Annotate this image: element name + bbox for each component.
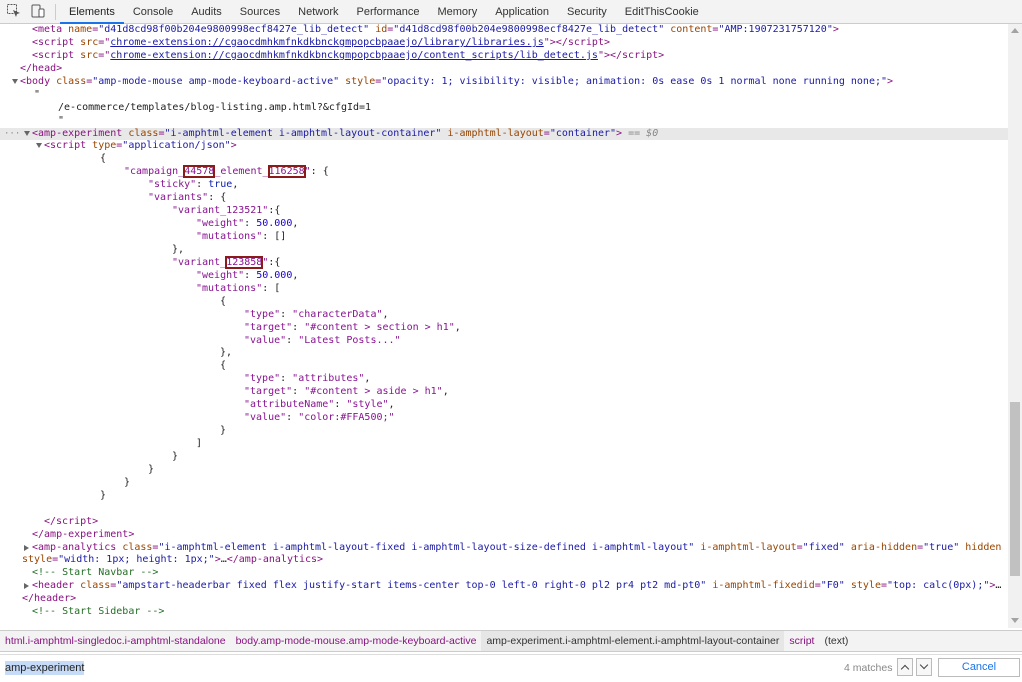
dom-line[interactable]: { (0, 153, 1008, 166)
tab-elements[interactable]: Elements (60, 0, 124, 24)
dom-line[interactable]: <!-- Start Navbar --> (0, 567, 1008, 580)
dom-line[interactable]: "value": "color:#FFA500;" (0, 412, 1008, 425)
breadcrumb: html.i-amphtml-singledoc.i-amphtml-stand… (0, 630, 1022, 652)
dom-line[interactable]: "target": "#content > aside > h1", (0, 386, 1008, 399)
scrollbar-thumb[interactable] (1010, 402, 1020, 576)
match-count: 4 matches (844, 662, 893, 674)
breadcrumb-body[interactable]: body.amp-mode-mouse.amp-mode-keyboard-ac… (231, 631, 482, 651)
tab-editthiscookie[interactable]: EditThisCookie (616, 0, 708, 24)
dom-line[interactable]: <script type="application/json"> (0, 140, 1008, 153)
dom-line[interactable]: <header class="ampstart-headerbar fixed … (0, 580, 1008, 593)
dom-line[interactable]: "weight": 50.000, (0, 218, 1008, 231)
dom-line[interactable]: "mutations": [] (0, 231, 1008, 244)
dom-line[interactable]: "variant_123521":{ (0, 205, 1008, 218)
dom-line[interactable] (0, 503, 1008, 516)
tab-console[interactable]: Console (124, 0, 182, 24)
highlight-campaign-id: 44578 (183, 165, 216, 179)
tab-sources[interactable]: Sources (231, 0, 289, 24)
search-input[interactable]: amp-experiment (5, 661, 85, 675)
dom-line[interactable]: /e-commerce/templates/blog-listing.amp.h… (0, 102, 1008, 115)
chevron-up-icon (900, 664, 910, 674)
dom-line[interactable]: "type": "characterData", (0, 309, 1008, 322)
devtools-toolbar: Elements Console Audits Sources Network … (0, 0, 1022, 24)
previous-match-button[interactable] (897, 658, 913, 676)
collapse-arrow-icon[interactable] (24, 130, 30, 136)
dom-line[interactable]: </amp-experiment> (0, 529, 1008, 542)
chevron-down-icon (919, 660, 929, 670)
next-match-button[interactable] (916, 658, 932, 676)
dom-line[interactable]: " (0, 115, 1008, 128)
dom-line[interactable]: </head> (0, 63, 1008, 76)
breadcrumb-text[interactable]: (text) (819, 631, 853, 651)
search-bar: amp-experiment 4 matches Cancel (0, 654, 1022, 682)
dom-line[interactable]: ] (0, 438, 1008, 451)
dom-line[interactable]: " (0, 89, 1008, 102)
dom-line[interactable]: "value": "Latest Posts..." (0, 335, 1008, 348)
breadcrumb-amp-experiment[interactable]: amp-experiment.i-amphtml-element.i-ampht… (481, 631, 785, 651)
dom-line[interactable]: "variant_123858":{ (0, 255, 1008, 270)
dom-line[interactable]: "target": "#content > section > h1", (0, 322, 1008, 335)
dom-tree: <meta name="d41d8cd98f00b204e9800998ecf8… (0, 24, 1008, 628)
collapse-arrow-icon[interactable] (36, 143, 42, 149)
tab-network[interactable]: Network (289, 0, 347, 24)
dom-line[interactable]: "type": "attributes", (0, 373, 1008, 386)
dom-line[interactable]: { (0, 360, 1008, 373)
dom-line[interactable]: } (0, 425, 1008, 438)
dom-line[interactable]: "weight": 50.000, (0, 270, 1008, 283)
expand-arrow-icon[interactable] (24, 544, 29, 551)
collapse-arrow-icon[interactable] (12, 78, 18, 84)
dom-line[interactable]: "sticky": true, (0, 179, 1008, 192)
dom-line[interactable]: <meta name="d41d8cd98f00b204e9800998ecf8… (0, 24, 1008, 37)
tab-memory[interactable]: Memory (428, 0, 486, 24)
panel-tabs: Elements Console Audits Sources Network … (60, 0, 708, 24)
tab-performance[interactable]: Performance (348, 0, 429, 24)
dom-line[interactable]: } (0, 490, 1008, 503)
dom-line[interactable]: "mutations": [ (0, 283, 1008, 296)
dom-line[interactable]: }, (0, 347, 1008, 360)
dom-line[interactable]: "campaign_44578_element_116258": { (0, 165, 1008, 179)
cancel-button[interactable]: Cancel (938, 658, 1020, 677)
breadcrumb-html[interactable]: html.i-amphtml-singledoc.i-amphtml-stand… (0, 631, 231, 651)
dom-line[interactable]: <!-- Start Sidebar --> (0, 606, 1008, 619)
dom-line[interactable]: <body class="amp-mode-mouse amp-mode-key… (0, 76, 1008, 89)
dom-line[interactable]: }, (0, 244, 1008, 257)
dom-line[interactable]: "attributeName": "style", (0, 399, 1008, 412)
breadcrumb-script[interactable]: script (784, 631, 819, 651)
expand-arrow-icon[interactable] (24, 583, 29, 590)
dom-line[interactable]: "variants": { (0, 192, 1008, 205)
dom-line[interactable]: } (0, 477, 1008, 490)
highlight-variant-id: 123858 (225, 255, 264, 269)
dom-line[interactable]: <script src="chrome-extension://cgaocdmh… (0, 50, 1008, 63)
dom-line[interactable]: { (0, 296, 1008, 309)
dom-line[interactable]: </script> (0, 516, 1008, 529)
dom-line[interactable]: <script src="chrome-extension://cgaocdmh… (0, 37, 1008, 50)
scroll-up-arrow-icon[interactable] (1011, 28, 1019, 33)
dom-line[interactable]: } (0, 464, 1008, 477)
dom-line[interactable]: </header> (0, 593, 1008, 606)
dom-line[interactable]: } (0, 451, 1008, 464)
highlight-element-id: 116258 (267, 165, 306, 179)
dom-tree-scrollbar[interactable] (1008, 24, 1022, 628)
dom-line[interactable]: style="width: 1px; height: 1px;">…</amp-… (0, 554, 1008, 567)
inspect-icon[interactable] (6, 3, 22, 19)
device-toggle-icon[interactable] (30, 3, 46, 19)
tab-application[interactable]: Application (486, 0, 558, 24)
dom-line-selected[interactable]: ··· <amp-experiment class="i-amphtml-elem… (0, 127, 1008, 141)
tab-audits[interactable]: Audits (182, 0, 231, 24)
toolbar-separator (55, 4, 56, 20)
scroll-down-arrow-icon[interactable] (1011, 618, 1019, 623)
tab-security[interactable]: Security (558, 0, 616, 24)
dom-line[interactable]: <amp-analytics class="i-amphtml-element … (0, 542, 1008, 555)
